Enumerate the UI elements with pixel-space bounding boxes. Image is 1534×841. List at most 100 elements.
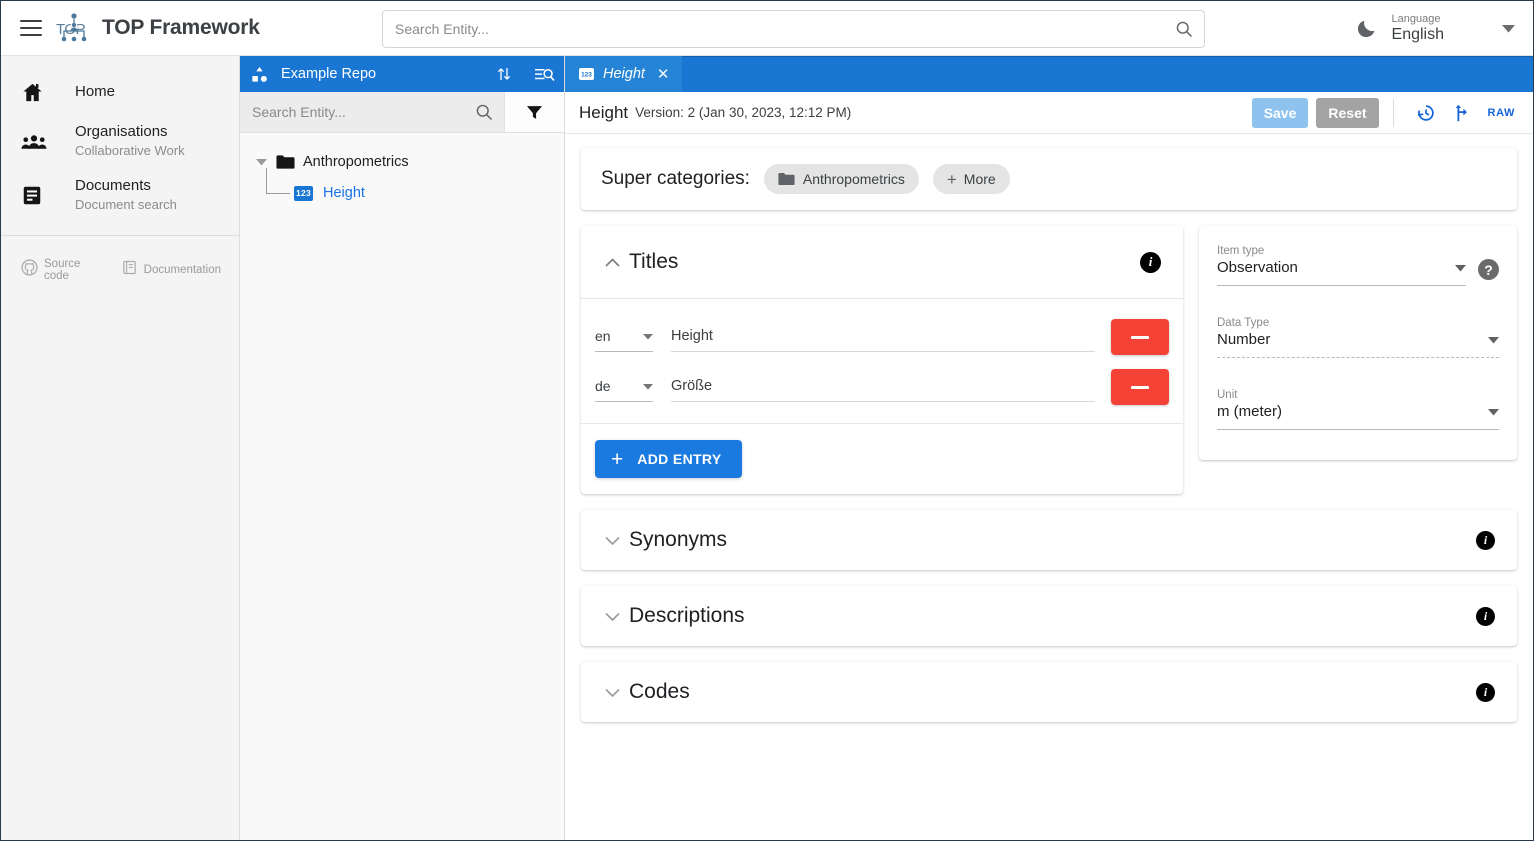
property-select[interactable]: m (meter) [1217, 403, 1499, 429]
source-code-link[interactable]: Source code [21, 258, 103, 282]
chevron-down-icon[interactable] [643, 377, 653, 395]
folder-icon [276, 154, 295, 170]
section-title: Codes [629, 680, 690, 703]
number-123-badge-icon: 123 [294, 185, 313, 201]
language-code: en [595, 328, 611, 344]
language-selector[interactable]: Language English [1392, 13, 1444, 44]
chevron-down-icon[interactable] [595, 688, 629, 697]
tree-connector [252, 168, 294, 209]
search-icon[interactable] [464, 102, 504, 122]
tab-bar: 123 Height ✕ [565, 56, 1533, 92]
language-select-de[interactable]: de [595, 377, 653, 402]
title-entry-row: de [581, 365, 1183, 405]
language-select-en[interactable]: en [595, 327, 653, 352]
repository-name: Example Repo [281, 66, 377, 82]
super-categories-card: Super categories: Anthropometrics + More [581, 148, 1517, 210]
top-network-logo-icon: TOP [56, 12, 92, 44]
chevron-down-icon[interactable] [1455, 259, 1466, 277]
chevron-down-icon[interactable] [1502, 20, 1515, 38]
section-title: Synonyms [629, 528, 728, 551]
chevron-up-icon[interactable] [595, 257, 629, 267]
app-header: TOP TOP Framework Search Entity... Langu… [1, 1, 1533, 56]
chevron-down-icon[interactable] [1488, 331, 1499, 349]
title-text-input[interactable] [671, 328, 1095, 344]
manage-search-icon[interactable] [524, 56, 564, 92]
help-circle-icon[interactable]: ? [1478, 259, 1499, 280]
info-circle-icon[interactable]: i [1140, 251, 1161, 273]
properties-panel: Item type Observation ? Data Type Number… [1199, 226, 1517, 460]
property-label: Item type [1217, 245, 1265, 257]
hamburger-menu-icon[interactable] [20, 20, 42, 36]
property-label: Data Type [1217, 316, 1270, 329]
remove-title-entry-button[interactable] [1111, 319, 1169, 355]
sidebar-footer: Source code Documentation [1, 236, 239, 282]
documentation-link[interactable]: Documentation [121, 259, 221, 281]
history-restore-icon[interactable] [1408, 96, 1444, 130]
plus-icon: + [611, 447, 624, 471]
fork-branch-icon[interactable] [1444, 96, 1480, 130]
titles-section-title: Titles [629, 250, 679, 273]
home-icon [21, 81, 55, 104]
tree-node-anthropometrics[interactable]: Anthropometrics [240, 147, 564, 177]
repository-icon [250, 65, 269, 84]
people-group-icon [21, 131, 55, 151]
title-text-field-en[interactable] [671, 327, 1095, 352]
sidebar-item-organisations[interactable]: Organisations Collaborative Work [1, 114, 239, 168]
tree-node-label: Height [323, 185, 365, 201]
save-button[interactable]: Save [1251, 97, 1309, 128]
descriptions-section[interactable]: Descriptions i [581, 586, 1517, 646]
sidebar-item-subtitle: Collaborative Work [75, 142, 185, 158]
search-input[interactable] [383, 21, 1164, 37]
close-x-icon[interactable]: ✕ [657, 67, 670, 82]
global-search[interactable] [382, 10, 1205, 48]
titles-section-header[interactable]: Titles i [581, 226, 1183, 298]
toolbar-divider [1392, 98, 1394, 127]
property-select[interactable]: Observation [1217, 259, 1466, 285]
tab-height[interactable]: 123 Height ✕ [565, 56, 682, 92]
info-circle-icon[interactable]: i [1476, 606, 1495, 626]
info-circle-icon[interactable]: i [1476, 682, 1495, 702]
codes-section[interactable]: Codes i [581, 662, 1517, 722]
reset-button[interactable]: Reset [1316, 97, 1379, 128]
chip-label: More [963, 171, 996, 187]
remove-title-entry-button[interactable] [1111, 369, 1169, 405]
sidebar-item-home[interactable]: Home [1, 70, 239, 114]
app-window: TOP TOP Framework Search Entity... Langu… [0, 0, 1534, 841]
title-text-input[interactable] [671, 378, 1095, 394]
raw-button[interactable]: RAW [1480, 107, 1523, 119]
svg-text:TOP: TOP [56, 21, 86, 38]
repository-search[interactable] [240, 92, 505, 132]
property-item-type: Item type Observation ? [1217, 244, 1499, 286]
chevron-down-icon[interactable] [1488, 403, 1499, 421]
chevron-down-icon[interactable] [595, 536, 629, 545]
sidebar-item-text: Home [75, 83, 115, 102]
chevron-down-icon[interactable] [595, 612, 629, 621]
repository-search-input[interactable] [240, 104, 464, 120]
chevron-down-icon[interactable] [643, 327, 653, 345]
entity-toolbar: Height Version: 2 (Jan 30, 2023, 12:12 P… [565, 92, 1533, 134]
info-circle-icon[interactable]: i [1476, 530, 1495, 550]
add-more-super-categories-button[interactable]: + More [932, 164, 1010, 194]
number-123-badge-icon: 123 [579, 68, 594, 80]
sort-arrows-icon[interactable] [484, 56, 524, 92]
property-select[interactable]: Number [1217, 331, 1499, 357]
repository-search-row [240, 92, 564, 133]
entity-tree: Anthropometrics 123 Height [240, 133, 564, 840]
search-icon[interactable] [1164, 19, 1204, 39]
titles-section: Titles i en Height de Größe + ADD ENTRY [581, 226, 1183, 494]
property-value: Number [1217, 331, 1271, 349]
sidebar-item-documents[interactable]: Documents Document search [1, 168, 239, 222]
synonyms-section[interactable]: Synonyms i [581, 510, 1517, 570]
main-content-area: 123 Height ✕ Height Version: 2 (Jan 30, … [565, 56, 1533, 840]
sidebar-item-text: Organisations Collaborative Work [75, 123, 185, 159]
super-category-chip-anthropometrics[interactable]: Anthropometrics [763, 164, 919, 194]
title-text-field-de[interactable] [671, 377, 1095, 402]
header-right-controls: Language English [1352, 1, 1533, 56]
add-entry-button[interactable]: + ADD ENTRY [595, 440, 742, 478]
caret-down-icon[interactable] [252, 158, 270, 166]
dark-mode-moon-icon[interactable] [1352, 18, 1382, 39]
tree-node-height[interactable]: 123 Height [240, 168, 564, 209]
property-label: Unit [1217, 388, 1238, 401]
folder-icon [778, 172, 795, 186]
filter-funnel-icon[interactable] [505, 92, 564, 132]
